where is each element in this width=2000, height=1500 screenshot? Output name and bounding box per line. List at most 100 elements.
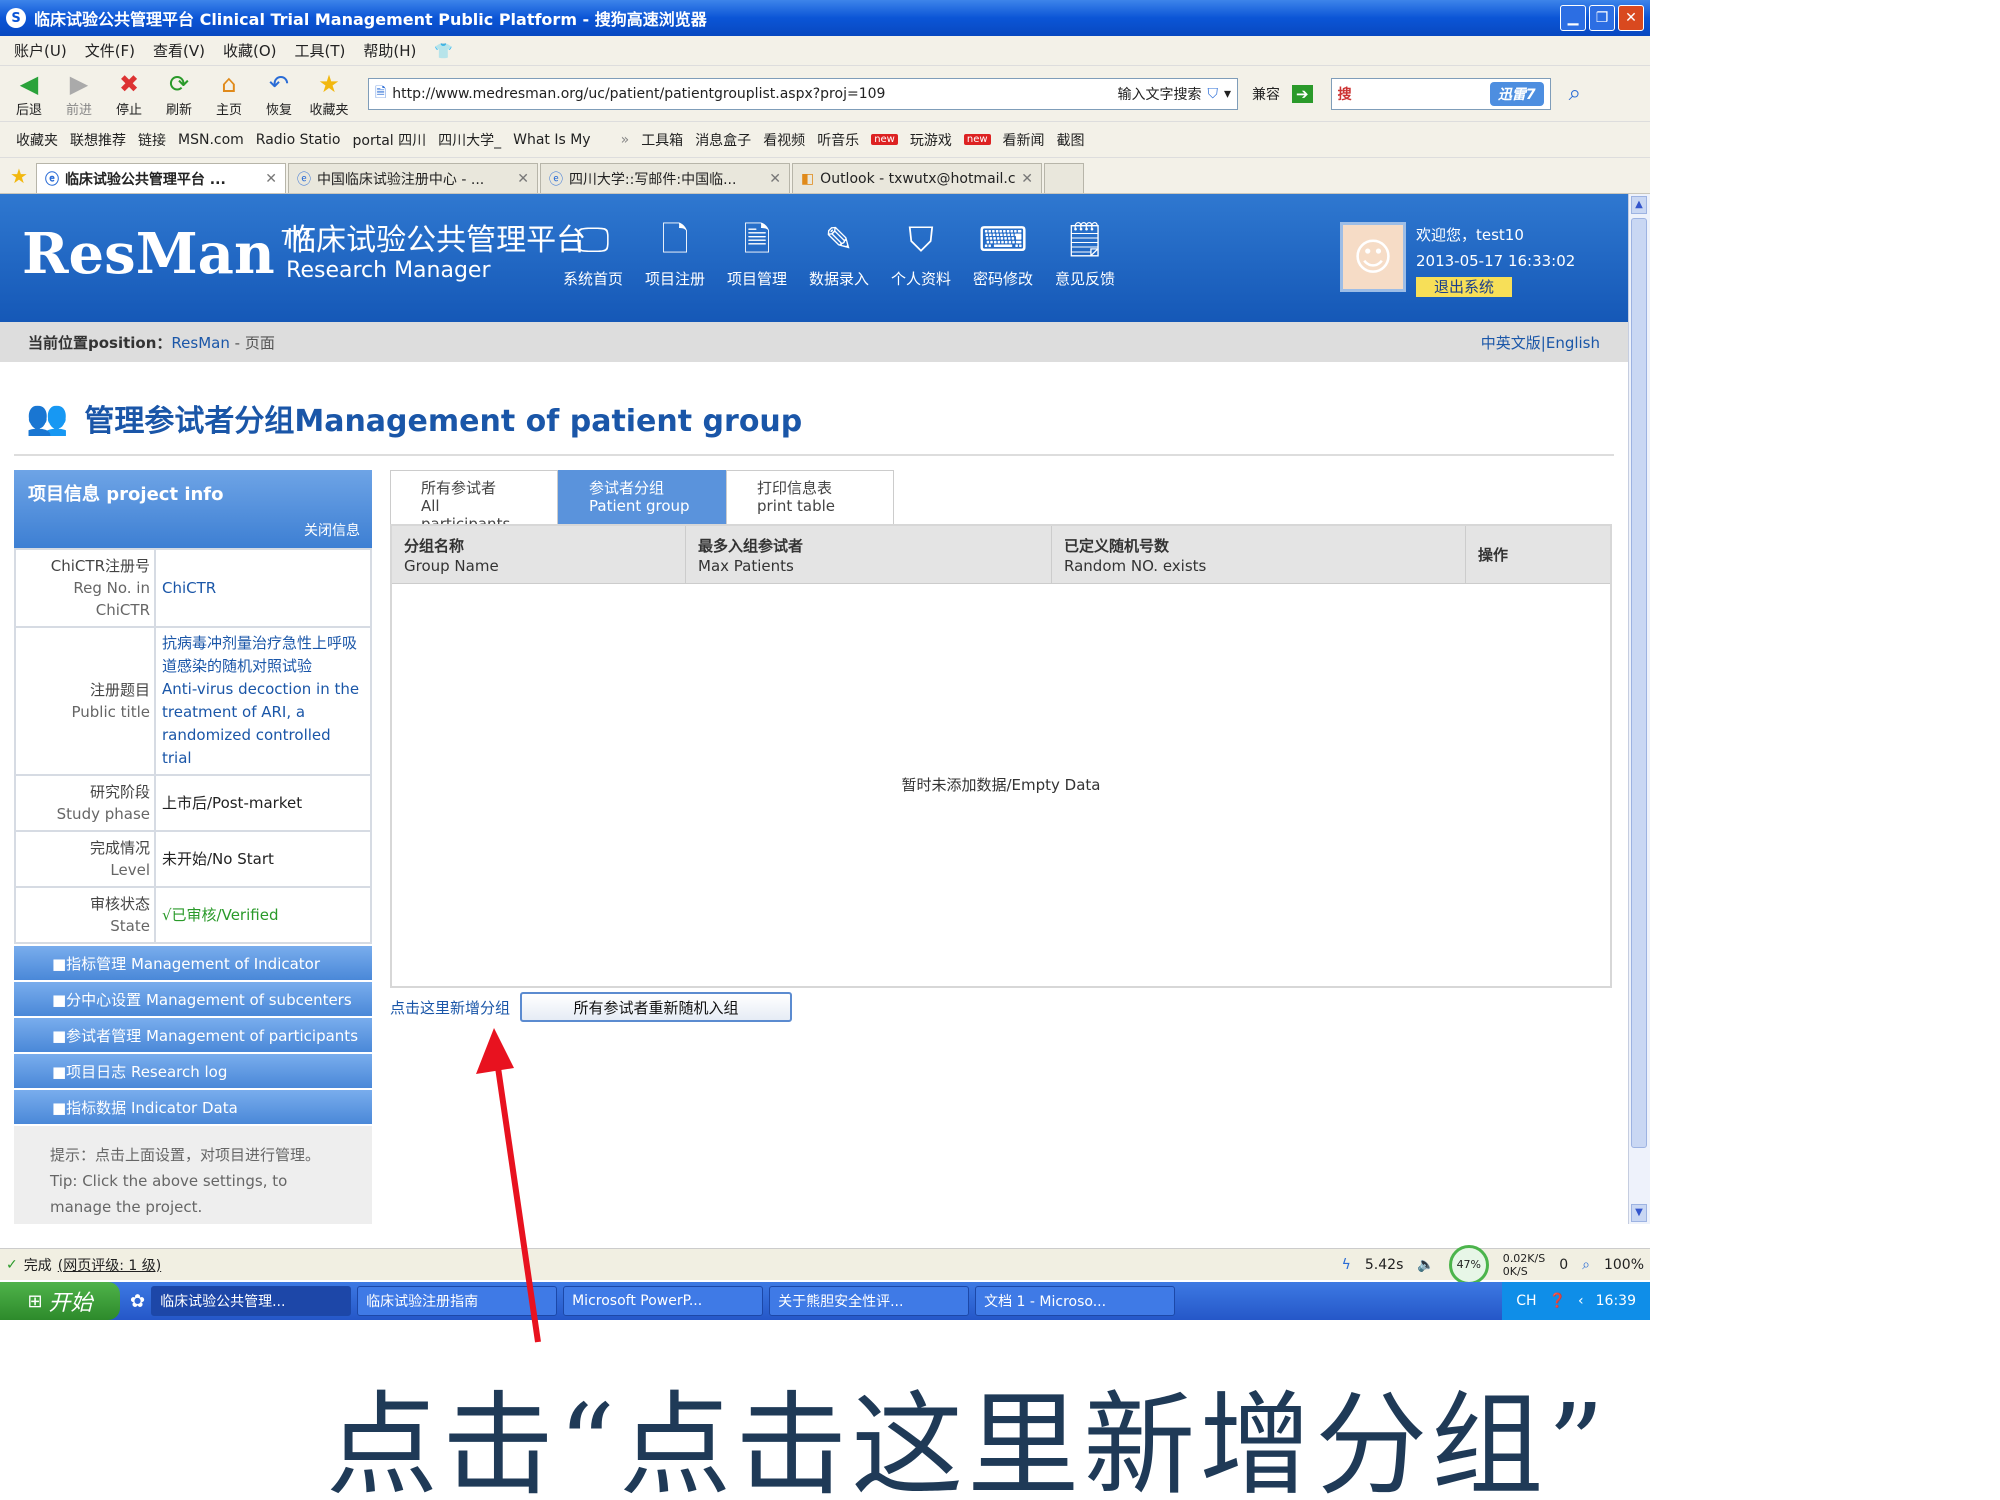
scroll-thumb[interactable] bbox=[1631, 218, 1647, 1148]
tab-close-icon[interactable]: ✕ bbox=[517, 171, 529, 187]
add-group-link[interactable]: 点击这里新增分组 bbox=[390, 997, 510, 1018]
search-box[interactable]: 搜 迅雷7 bbox=[1330, 77, 1551, 110]
browser-tab-mail[interactable]: ⓔ 四川大学::写邮件:中国临... ✕ bbox=[539, 163, 790, 193]
search-icon[interactable]: ⌕ bbox=[1569, 81, 1581, 106]
side-menu-indicator[interactable]: ■指标管理 Management of Indicator bbox=[14, 946, 372, 980]
task-folder[interactable]: 临床试验注册指南 bbox=[357, 1286, 558, 1316]
fav-item-lenovo[interactable]: 联想推荐 bbox=[70, 130, 126, 150]
forward-button[interactable]: ▶ 前进 bbox=[56, 69, 102, 118]
double-chevron-icon[interactable]: » bbox=[621, 132, 630, 148]
fav-item-toolbox[interactable]: 工具箱 bbox=[641, 130, 683, 150]
task-doc-2[interactable]: 文档 1 - Microso... bbox=[975, 1286, 1176, 1316]
zoom-level[interactable]: 100% bbox=[1604, 1257, 1644, 1273]
back-button[interactable]: ◀ 后退 bbox=[6, 69, 52, 118]
quicklaunch-icon[interactable]: ✿ bbox=[130, 1291, 145, 1312]
side-menu-participants[interactable]: ■参试者管理 Management of participants bbox=[14, 1018, 372, 1052]
logout-button[interactable]: 退出系统 bbox=[1416, 277, 1513, 297]
rerandomize-button[interactable]: 所有参试者重新随机入组 bbox=[520, 992, 793, 1022]
fav-item-music[interactable]: 听音乐 bbox=[817, 130, 859, 150]
fav-item-links[interactable]: 链接 bbox=[138, 130, 166, 150]
tab-patient-group[interactable]: 参试者分组 Patient group bbox=[558, 470, 726, 524]
nav-register[interactable]: 🗋 项目注册 bbox=[642, 220, 708, 289]
search-input[interactable]: 搜 bbox=[1338, 84, 1352, 104]
shield-icon[interactable]: ⛉ bbox=[1207, 86, 1218, 102]
menu-file[interactable]: 文件(F) bbox=[85, 40, 135, 61]
close-button[interactable]: ✕ bbox=[1618, 5, 1644, 31]
shirt-icon[interactable]: 👕 bbox=[434, 42, 453, 60]
side-menu-research-log[interactable]: ■项目日志 Research log bbox=[14, 1054, 372, 1088]
favorite-star-icon[interactable]: ★ bbox=[10, 164, 28, 188]
start-button[interactable]: ⊞ 开始 bbox=[0, 1282, 120, 1320]
address-url[interactable]: http://www.medresman.org/uc/patient/pati… bbox=[392, 86, 1111, 102]
home-button[interactable]: ⌂ 主页 bbox=[206, 69, 252, 118]
info-row-level: 完成情况 Level 未开始/No Start bbox=[14, 830, 372, 888]
tab-print-table[interactable]: 打印信息表 print table bbox=[726, 470, 894, 524]
column-random-no[interactable]: 已定义随机号数 Random NO. exists bbox=[1052, 526, 1466, 583]
tab-close-icon[interactable]: ✕ bbox=[1021, 171, 1033, 187]
browser-tab-chictr[interactable]: ⓔ 中国临床试验注册中心 - ... ✕ bbox=[287, 163, 538, 193]
tab-all-participants[interactable]: 所有参试者 All participants bbox=[390, 470, 558, 533]
nav-data-entry[interactable]: ✎ 数据录入 bbox=[806, 220, 872, 289]
scroll-down-icon[interactable]: ▼ bbox=[1631, 1204, 1647, 1222]
fav-item-news[interactable]: 看新闻 bbox=[1003, 130, 1045, 150]
menu-view[interactable]: 查看(V) bbox=[153, 40, 205, 61]
restore-button[interactable]: ↶ 恢复 bbox=[256, 69, 302, 118]
close-info-link[interactable]: 关闭信息 bbox=[304, 520, 360, 540]
input-language[interactable]: CH bbox=[1516, 1293, 1536, 1309]
menu-favorites[interactable]: 收藏(O) bbox=[223, 40, 277, 61]
go-icon[interactable]: ➔ bbox=[1292, 84, 1313, 103]
side-menu-indicator-data[interactable]: ■指标数据 Indicator Data bbox=[14, 1090, 372, 1124]
fav-item-radio[interactable]: Radio Statio bbox=[256, 132, 341, 148]
nav-feedback[interactable]: 🗒 意见反馈 bbox=[1052, 220, 1118, 289]
fav-item-games[interactable]: 玩游戏 bbox=[910, 130, 952, 150]
breadcrumb-home-link[interactable]: ResMan bbox=[171, 334, 229, 352]
maximize-button[interactable]: ❐ bbox=[1589, 5, 1615, 31]
fav-item-scu[interactable]: 四川大学_ bbox=[438, 130, 501, 150]
nav-manage[interactable]: 🗎 项目管理 bbox=[724, 220, 790, 289]
task-powerpoint[interactable]: Microsoft PowerP... bbox=[563, 1286, 764, 1316]
page-rating[interactable]: (网页评级: 1 级) bbox=[58, 1255, 161, 1275]
browser-tab-outlook[interactable]: ◧ Outlook - txwutx@hotmail.c... ✕ bbox=[791, 163, 1042, 193]
xunlei-badge[interactable]: 迅雷7 bbox=[1489, 81, 1544, 106]
chevron-down-icon[interactable]: ▾ bbox=[1224, 86, 1231, 102]
scroll-up-icon[interactable]: ▲ bbox=[1631, 196, 1647, 214]
zoom-icon[interactable]: ⌕ bbox=[1582, 1257, 1590, 1273]
fav-item-screenshot[interactable]: 截图 bbox=[1057, 130, 1085, 150]
stop-button[interactable]: ✖ 停止 bbox=[106, 69, 152, 118]
fav-item-msn[interactable]: MSN.com bbox=[178, 132, 244, 148]
address-bar[interactable]: 🗎 http://www.medresman.org/uc/patient/pa… bbox=[368, 77, 1238, 110]
nav-profile[interactable]: ⛉ 个人资料 bbox=[888, 220, 954, 289]
refresh-button[interactable]: ⟳ 刷新 bbox=[156, 69, 202, 118]
menu-account[interactable]: 账户(U) bbox=[14, 40, 67, 61]
column-group-name[interactable]: 分组名称 Group Name bbox=[392, 526, 686, 583]
page-icon: 🗎 bbox=[375, 84, 387, 101]
browser-tab-platform[interactable]: ⓔ 临床试验公共管理平台 ... ✕ bbox=[35, 163, 286, 193]
task-browser[interactable]: 临床试验公共管理... bbox=[151, 1286, 352, 1316]
language-switch[interactable]: 中英文版|English bbox=[1481, 332, 1600, 353]
site-logo[interactable]: ResMan TM 临床试验公共管理平台 Research Manager bbox=[22, 224, 586, 285]
menu-tools[interactable]: 工具(T) bbox=[295, 40, 346, 61]
new-tab-button[interactable] bbox=[1043, 163, 1084, 193]
side-menu-subcenters[interactable]: ■分中心设置 Management of subcenters bbox=[14, 982, 372, 1016]
column-max-patients[interactable]: 最多入组参试者 Max Patients bbox=[686, 526, 1052, 583]
nav-home[interactable]: 🖵 系统首页 bbox=[560, 220, 626, 289]
fav-item-whatismy[interactable]: What Is My bbox=[513, 132, 590, 148]
tab-close-icon[interactable]: ✕ bbox=[769, 171, 781, 187]
col-cn: 操作 bbox=[1478, 545, 1509, 564]
menu-help[interactable]: 帮助(H) bbox=[363, 40, 416, 61]
fav-item-msgbox[interactable]: 消息盒子 bbox=[695, 130, 751, 150]
tab-close-icon[interactable]: ✕ bbox=[265, 171, 277, 187]
task-doc-1[interactable]: 关于熊胆安全性评... bbox=[769, 1286, 970, 1316]
tray-chevron-icon[interactable]: ‹ bbox=[1578, 1293, 1584, 1309]
fav-item-portal[interactable]: portal 四川 bbox=[353, 130, 427, 150]
group-actions: 点击这里新增分组 所有参试者重新随机入组 bbox=[390, 992, 1612, 1022]
nav-password[interactable]: ⌨ 密码修改 bbox=[970, 220, 1036, 289]
fav-item-favorites[interactable]: 收藏夹 bbox=[16, 130, 58, 150]
speaker-icon[interactable]: 🔈 bbox=[1417, 1257, 1434, 1273]
page-scrollbar[interactable]: ▲ ▼ bbox=[1628, 194, 1650, 1224]
minimize-button[interactable]: ▁ bbox=[1560, 5, 1586, 31]
fav-item-video[interactable]: 看视频 bbox=[763, 130, 805, 150]
favorites-button[interactable]: ★ 收藏夹 bbox=[306, 69, 352, 118]
help-icon[interactable]: ❓ bbox=[1549, 1293, 1566, 1309]
compat-button[interactable]: 兼容 bbox=[1252, 84, 1280, 104]
